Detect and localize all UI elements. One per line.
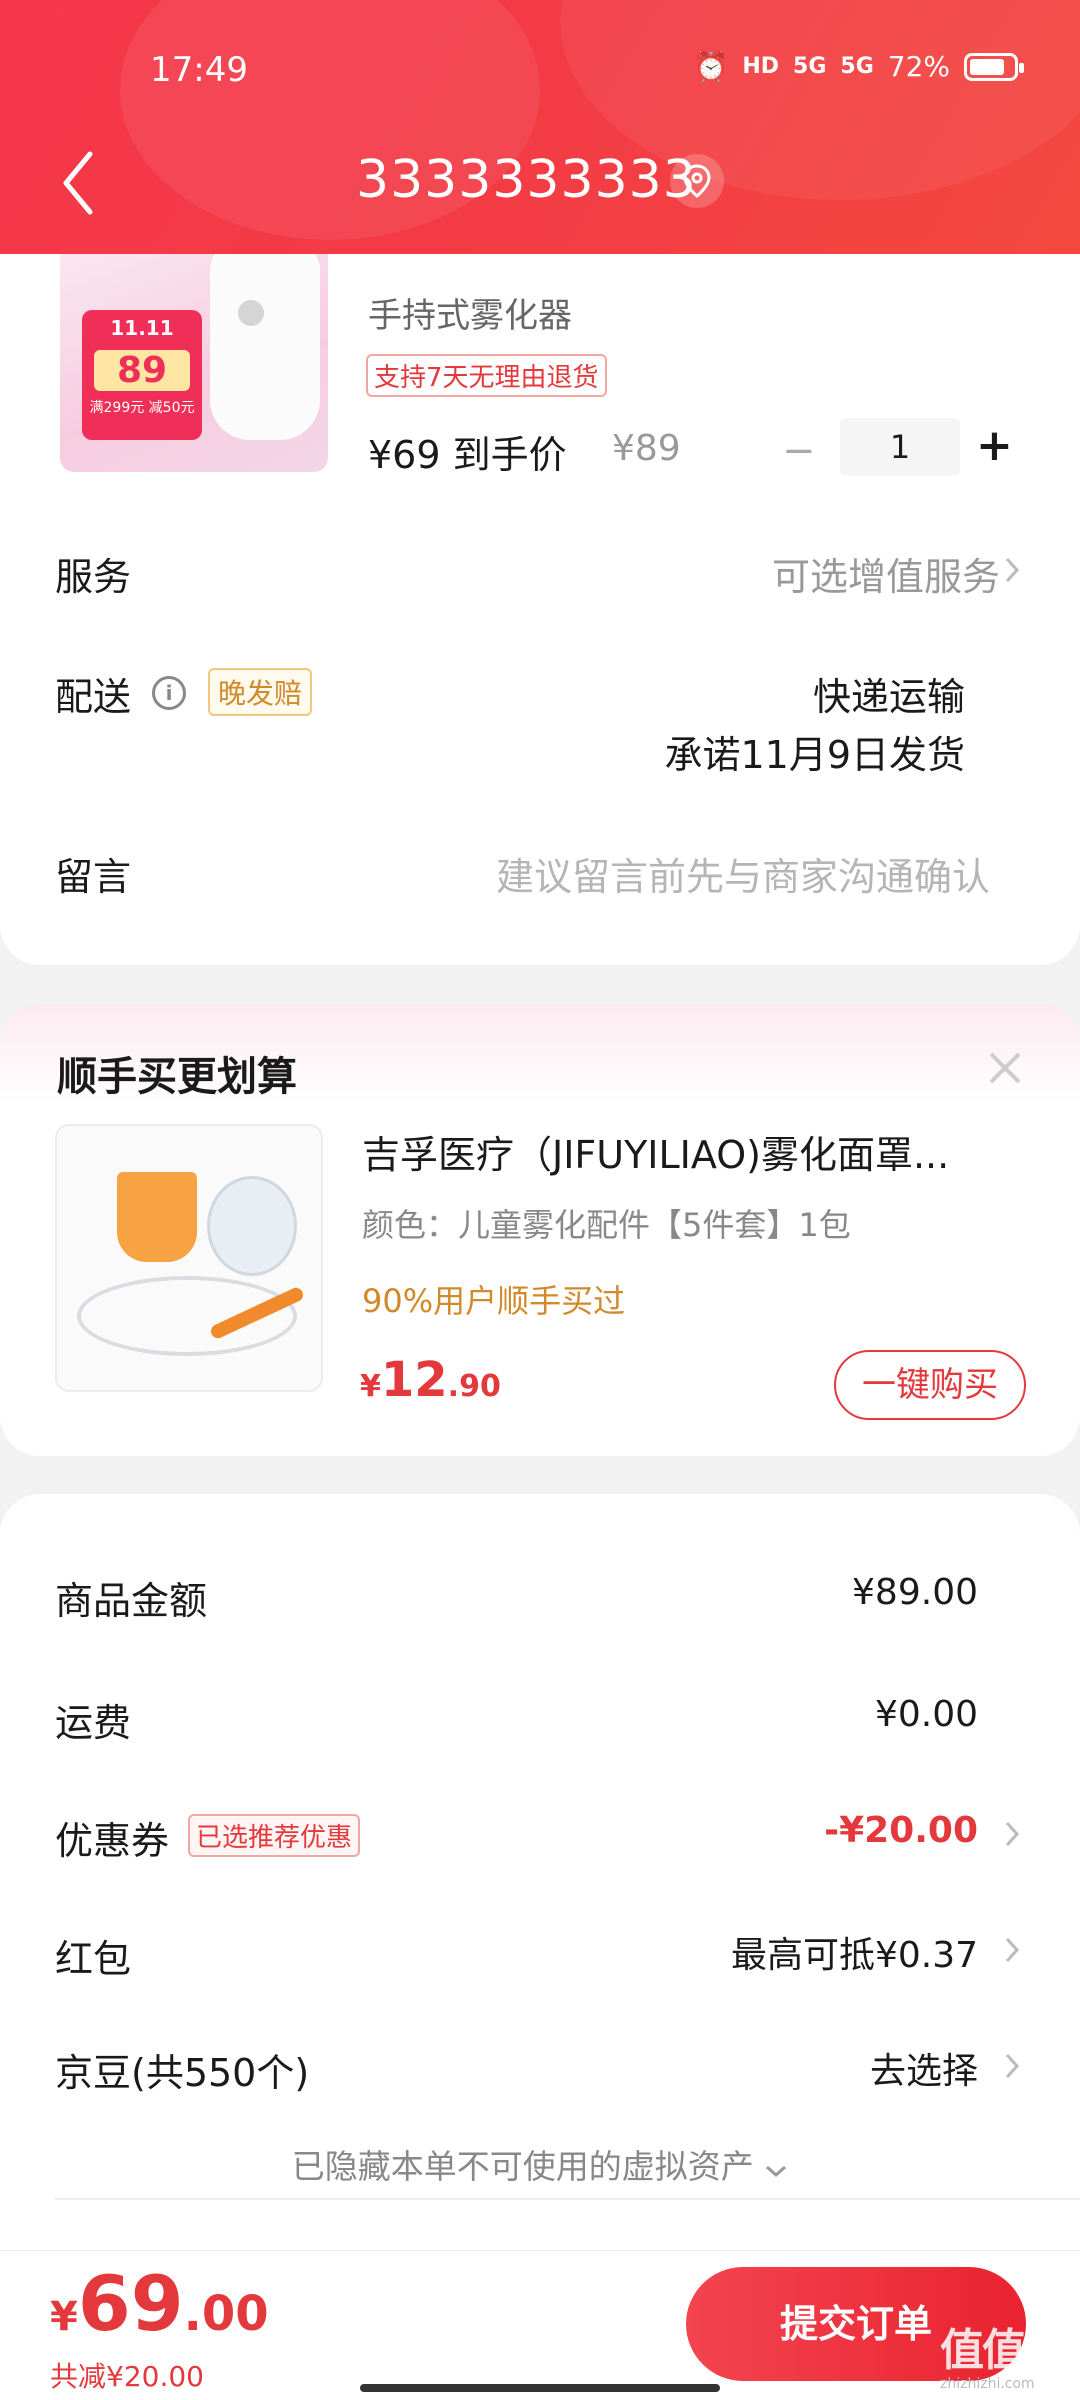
service-option[interactable]: 可选增值服务 xyxy=(772,546,1000,601)
message-input[interactable]: 建议留言前先与商家沟通确认 xyxy=(496,846,990,901)
divider xyxy=(55,2198,1080,2200)
product-card: 11.11 89 满299元 减50元 手持式雾化器 支持7天无理由退货 ¥69… xyxy=(0,200,1080,965)
chevron-right-icon xyxy=(1005,2053,1020,2079)
total-currency: ¥ xyxy=(50,2294,78,2340)
message-label: 留言 xyxy=(55,855,132,899)
goods-amount-value: ¥89.00 xyxy=(852,1572,978,1613)
promo-tag: 11.11 89 满299元 减50元 xyxy=(82,310,202,440)
checkout-bar: ¥69.00 共减¥20.00 提交订单 xyxy=(0,2250,1080,2400)
watermark-url: zhizhizhi.com xyxy=(940,2376,1035,2392)
info-icon[interactable]: i xyxy=(152,676,186,710)
upsell-card: 顺手买更划算 吉孚医疗（JIFUYILIAO)雾化面罩... 颜色：儿童雾化配件… xyxy=(0,1004,1080,1456)
quantity-decrease-button[interactable]: − xyxy=(782,428,816,474)
total-price: ¥69.00 xyxy=(50,2259,269,2348)
location-button[interactable] xyxy=(670,154,724,208)
delivery-label: 配送 xyxy=(55,675,132,719)
upsell-title: 顺手买更划算 xyxy=(57,1054,297,1100)
back-arrow-icon xyxy=(63,151,93,215)
shipping-fee-value: ¥0.00 xyxy=(874,1694,978,1735)
quantity-input[interactable]: 1 xyxy=(840,418,960,476)
upsell-item-name[interactable]: 吉孚医疗（JIFUYILIAO)雾化面罩... xyxy=(362,1124,1002,1179)
hidden-assets-text: 已隐藏本单不可使用的虚拟资产 xyxy=(291,2147,754,2186)
header-bar: 17:49 ⏰ HD 5G 5G 72% 3333333333 xyxy=(0,0,1080,254)
hd-icon: HD xyxy=(742,54,780,79)
status-time: 17:49 xyxy=(150,50,248,90)
address-phone[interactable]: 3333333333 xyxy=(356,150,697,210)
cup-graphic xyxy=(117,1172,197,1262)
final-price: ¥69 到手价 xyxy=(368,433,567,477)
home-indicator[interactable] xyxy=(360,2384,720,2392)
jd-beans-label: 京豆(共550个) xyxy=(55,2051,310,2095)
price-currency: ¥ xyxy=(360,1369,381,1404)
chevron-right-icon xyxy=(1005,1937,1020,1963)
chevron-right-icon xyxy=(1005,557,1020,583)
coupon-label: 优惠券 xyxy=(55,1819,170,1863)
back-button[interactable] xyxy=(58,148,98,218)
late-compensation-badge: 晚发赔 xyxy=(208,668,313,716)
nebulizer-graphic xyxy=(210,240,320,440)
quantity-increase-button[interactable]: + xyxy=(976,420,1013,471)
price-int: 12 xyxy=(380,1352,448,1408)
promo-deal: 满299元 减50元 xyxy=(89,400,195,416)
product-image[interactable]: 11.11 89 满299元 减50元 xyxy=(60,240,328,472)
promo-event: 11.11 xyxy=(110,316,174,340)
return-policy-badge: 支持7天无理由退货 xyxy=(366,354,607,397)
promo-price: 89 xyxy=(94,350,190,391)
product-name: 手持式雾化器 xyxy=(368,296,572,336)
status-icons: ⏰ HD 5G 5G 72% xyxy=(693,50,1024,83)
red-packet-value[interactable]: 最高可抵¥0.37 xyxy=(731,1926,978,1978)
alarm-icon: ⏰ xyxy=(693,50,729,83)
goods-amount-label: 商品金额 xyxy=(55,1579,208,1623)
coupon-recommended-badge: 已选推荐优惠 xyxy=(188,1814,361,1857)
upsell-social-proof: 90%用户顺手买过 xyxy=(362,1282,626,1320)
battery-percent: 72% xyxy=(887,50,950,83)
delivery-method[interactable]: 快递运输 xyxy=(813,666,965,721)
red-packet-label: 红包 xyxy=(55,1937,132,1981)
total-dec: .00 xyxy=(183,2286,269,2342)
watermark-logo: 值值值 xyxy=(940,2325,1068,2376)
one-click-buy-button[interactable]: 一键购买 xyxy=(834,1350,1026,1420)
total-int: 69 xyxy=(77,2259,184,2348)
chevron-right-icon xyxy=(1005,1821,1020,1847)
coupon-value[interactable]: -¥20.00 xyxy=(824,1810,978,1851)
total-discount: 共减¥20.00 xyxy=(50,2360,204,2393)
upsell-item-spec: 颜色：儿童雾化配件【5件套】1包 xyxy=(362,1206,851,1244)
signal-icon-2: 5G xyxy=(840,54,874,79)
chevron-down-icon xyxy=(766,2165,787,2178)
jd-beans-select[interactable]: 去选择 xyxy=(870,2042,978,2094)
signal-icon: 5G xyxy=(793,54,827,79)
order-summary-card: 商品金额 ¥89.00 运费 ¥0.00 优惠券 已选推荐优惠 -¥20.00 … xyxy=(0,1494,1080,2254)
original-price: ¥89 xyxy=(612,428,681,469)
service-label: 服务 xyxy=(55,555,132,599)
hidden-assets-toggle[interactable]: 已隐藏本单不可使用的虚拟资产 xyxy=(0,2140,1080,2188)
shipping-fee-label: 运费 xyxy=(55,1701,132,1745)
price-dec: .90 xyxy=(447,1369,501,1404)
upsell-price: ¥12.90 xyxy=(360,1352,501,1408)
delivery-promise: 承诺11月9日发货 xyxy=(664,733,965,777)
upsell-item-image[interactable] xyxy=(55,1124,323,1392)
mask-graphic xyxy=(207,1176,297,1276)
location-pin-icon xyxy=(683,164,711,198)
battery-icon xyxy=(964,52,1024,81)
close-icon[interactable] xyxy=(985,1048,1025,1088)
